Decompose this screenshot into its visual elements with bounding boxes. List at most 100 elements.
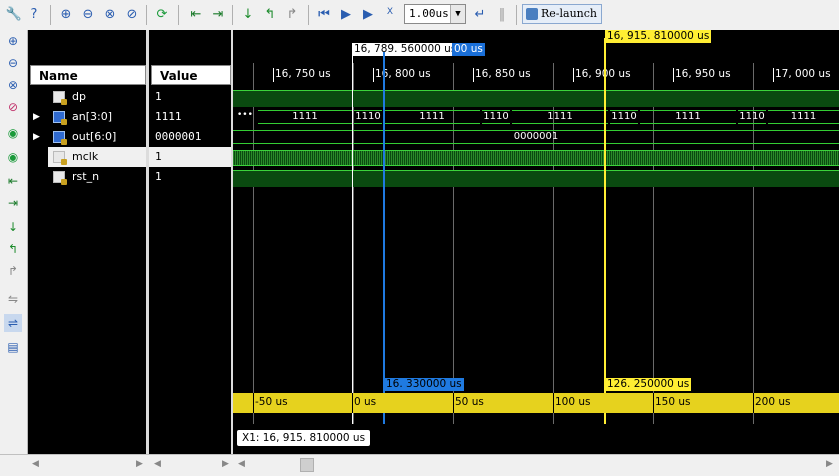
cursor-white[interactable] [352,52,353,424]
step-into-icon[interactable]: ↓ [238,4,258,24]
zoom-in-icon[interactable]: ⊕ [4,32,22,50]
value-row: 1 [149,167,231,187]
cursor-white-label: 16, 789. 560000 us [352,43,457,56]
zoom-out-icon[interactable]: ⊖ [78,4,98,24]
prev-marker-icon[interactable]: ⇤ [4,172,22,190]
cursor-readout: X1: 16, 915. 810000 us [237,430,371,446]
signal-name: dp [72,90,86,103]
value-row: 1111 [149,107,231,127]
delta-tick [653,393,654,413]
snap-next-icon[interactable]: ◉ [4,148,22,166]
ruler-tick-label: 16, 750 us [275,68,331,80]
signal-name: out[6:0] [72,130,117,143]
wire-icon [53,171,67,185]
wire-icon [53,91,67,105]
scroll-right-icon[interactable]: ▶ [826,459,833,469]
snap-prev-icon[interactable]: ◉ [4,124,22,142]
cursor-lock-icon[interactable]: ⇌ [4,314,22,332]
delta-tick-label: 150 us [655,396,691,408]
wave-an-segment: 1111 [258,110,352,124]
time-x-icon: X [386,7,394,17]
delta-tick [253,393,254,413]
signal-name: rst_n [72,170,100,183]
ruler-tick [273,68,274,82]
restart-icon[interactable]: ⏮ [314,4,334,24]
delta-tick [553,393,554,413]
side-toolstrip: ⊕ ⊖ ⊗ ⊘ ◉ ◉ ⇤ ⇥ ↓ ↰ ↱ ⇋ ⇌ ▤ [0,30,28,454]
value-column-header[interactable]: Value [151,65,231,85]
wave-config-icon[interactable]: ▤ [4,338,22,356]
signal-name-panel: Name dp ▶ an[3:0] ▶ out[6:0] mclk rst_n [28,30,146,454]
zoom-cursor-icon[interactable]: ⊘ [122,4,142,24]
toolbar-separator [146,5,147,25]
ruler-tick-label: 16, 900 us [575,68,631,80]
swap-cursor-icon[interactable]: ⇋ [4,290,22,308]
value-row: 1 [149,87,231,107]
waveform-canvas[interactable]: 16, 750 us 16, 800 us 16, 850 us 16, 900… [233,30,839,454]
zoom-in-icon[interactable]: ⊕ [56,4,76,24]
toolbar-separator [308,5,309,25]
step-over-icon[interactable]: ↱ [4,262,22,280]
cursor-yellow-delta: 126. 250000 us [605,378,692,391]
signal-row-mclk[interactable]: mclk [48,147,146,167]
signal-value: 1 [155,170,162,183]
scroll-right-icon[interactable]: ▶ [136,459,143,469]
signal-row-rst-n[interactable]: rst_n [28,167,146,187]
zoom-cursor-icon[interactable]: ⊘ [4,98,22,116]
expand-icon[interactable]: ▶ [33,107,40,127]
scroll-left-icon[interactable]: ◀ [238,459,245,469]
run-icon[interactable]: ▶ [336,4,356,24]
scroll-left-icon[interactable]: ◀ [154,459,161,469]
cursor-yellow-label: 16, 915. 810000 us [605,30,712,43]
step-back-icon[interactable]: ↰ [4,240,22,258]
wave-an-segment: 1110 [610,110,638,124]
signal-name: an[3:0] [72,110,112,123]
scroll-thumb[interactable] [300,458,314,472]
toolbar-separator [232,5,233,25]
signal-row-an[interactable]: ▶ an[3:0] [28,107,146,127]
horizontal-scrollbar[interactable]: ◀ ▶ ◀ ▶ ◀ ▶ [0,454,839,476]
signal-value: 0000001 [155,130,202,143]
wave-an-segment: 1111 [640,110,736,124]
step-icon[interactable]: ↵ [470,4,490,24]
next-marker-icon[interactable]: ⇥ [4,194,22,212]
delta-tick-label: 200 us [755,396,791,408]
step-back-icon[interactable]: ↰ [260,4,280,24]
zoom-fit-icon[interactable]: ⊗ [100,4,120,24]
ruler-tick-label: 16, 950 us [675,68,731,80]
cursor-blue-delta: 16. 330000 us [384,378,464,391]
signal-row-dp[interactable]: dp [28,87,146,107]
bus-icon [53,131,67,145]
name-column-header[interactable]: Name [30,65,146,85]
go-forward-icon[interactable]: ⇥ [208,4,228,24]
wave-ellipsis: ••• [237,110,253,120]
wrench-icon[interactable]: 🔧 [4,4,24,24]
delta-tick-label: 100 us [555,396,591,408]
pause-icon[interactable]: ‖ [492,4,512,24]
run-for-time-icon[interactable]: ▶ [358,4,378,24]
zoom-fit-icon[interactable]: ⊗ [4,76,22,94]
chevron-down-icon[interactable]: ▼ [450,5,465,23]
go-back-icon[interactable]: ⇤ [186,4,206,24]
scroll-right-icon[interactable]: ▶ [222,459,229,469]
signal-row-out[interactable]: ▶ out[6:0] [28,127,146,147]
zoom-out-icon[interactable]: ⊖ [4,54,22,72]
signal-name: mclk [72,150,99,163]
help-icon[interactable]: ? [24,4,44,24]
step-over-icon[interactable]: ↱ [282,4,302,24]
refresh-icon[interactable]: ⟳ [152,4,172,24]
ruler-tick-label: 16, 850 us [475,68,531,80]
signal-value: 1111 [155,110,182,123]
delta-tick [753,393,754,413]
cursor-blue-label: 00 us [452,43,485,56]
scroll-left-icon[interactable]: ◀ [32,459,39,469]
expand-icon[interactable]: ▶ [33,127,40,147]
relaunch-button[interactable]: Re-launch [522,4,602,24]
cursor-yellow[interactable] [604,38,606,424]
cursor-blue[interactable] [383,52,385,424]
wave-rst-n [233,170,839,187]
step-into-icon[interactable]: ↓ [4,218,22,236]
run-time-select[interactable]: 1.00us ▼ [404,4,466,24]
delta-ruler[interactable] [233,393,839,413]
gridline [253,63,254,424]
